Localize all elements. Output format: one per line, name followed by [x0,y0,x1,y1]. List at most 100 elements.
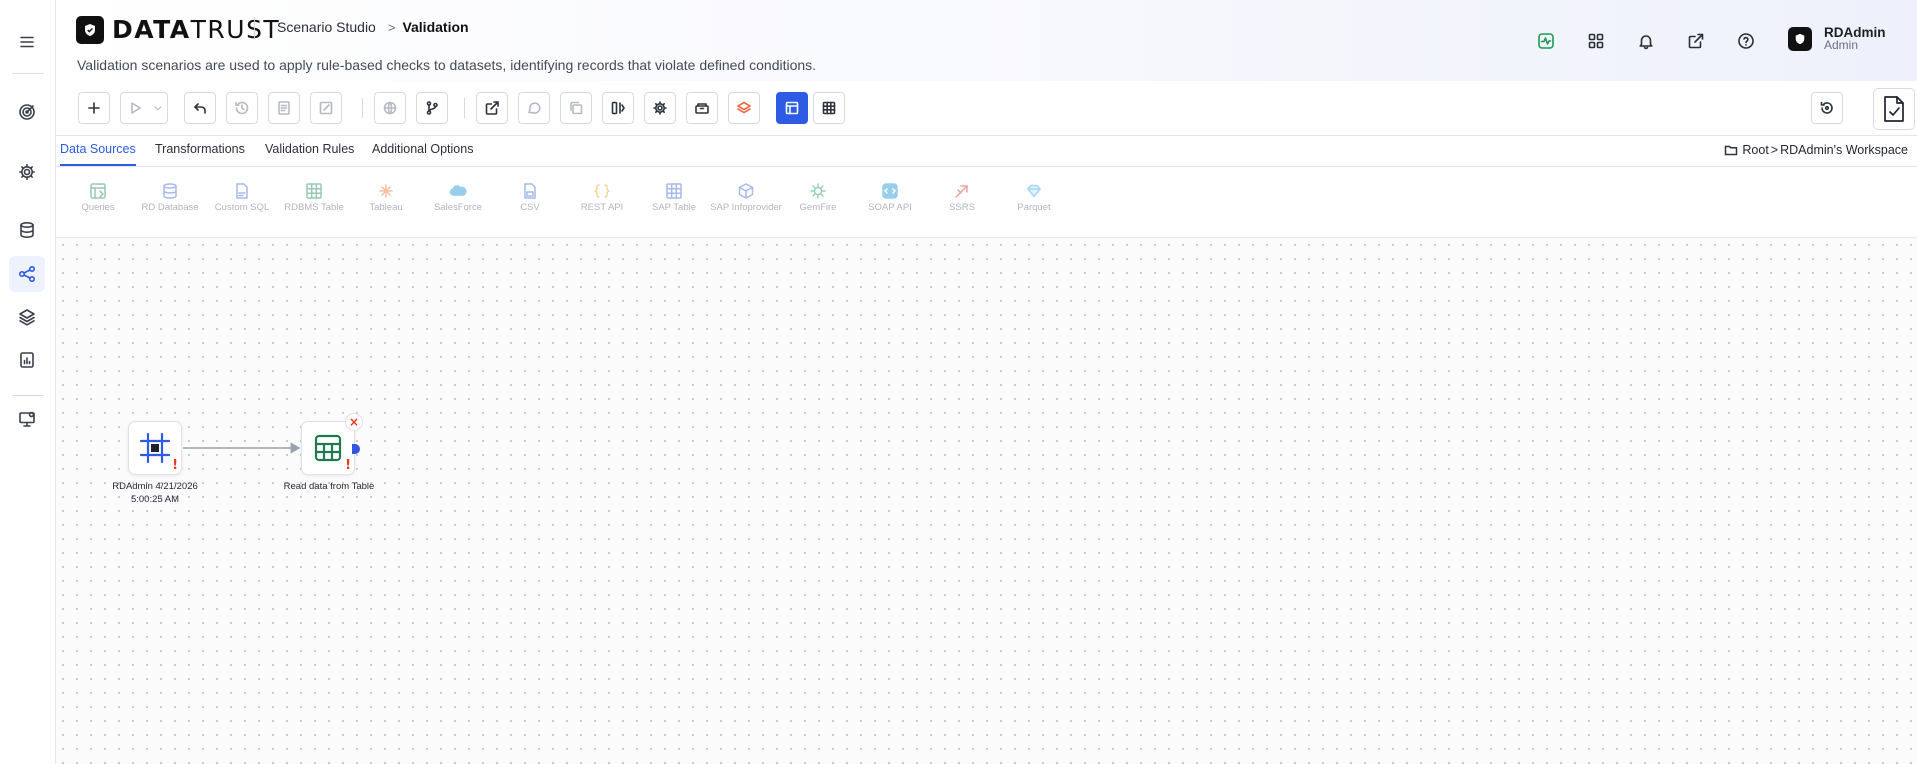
source-queries[interactable]: Queries [62,181,134,214]
layers-button[interactable] [728,92,760,124]
run-button[interactable] [120,92,148,124]
source-label: CSV [520,202,540,213]
connection-edge[interactable] [56,238,456,498]
scenario-toolbar [56,81,1917,136]
copy-button[interactable] [560,92,592,124]
source-ssrs[interactable]: SSRS [926,181,998,214]
menu-icon[interactable] [9,24,45,60]
workspace-separator: > [1770,143,1779,157]
help-icon[interactable] [1731,26,1761,56]
source-csv[interactable]: CSV [494,181,566,214]
activity-icon[interactable] [1531,26,1561,56]
workspace-folder: RDAdmin's Workspace [1780,143,1908,157]
save-draft-button[interactable] [268,92,300,124]
sql-file-icon [232,181,252,201]
csv-file-icon [520,181,540,201]
source-custom-sql[interactable]: Custom SQL [206,181,278,214]
apps-grid-icon[interactable] [1581,26,1611,56]
sap-table-icon [664,181,684,201]
tab-transformations[interactable]: Transformations [155,142,245,166]
source-salesforce[interactable]: SalesForce [422,181,494,214]
salesforce-cloud-icon [448,181,468,201]
queries-icon [88,181,108,201]
bell-icon[interactable] [1631,26,1661,56]
source-label: SAP Table [651,202,697,213]
validate-scenario-button[interactable] [1873,88,1915,130]
start-node[interactable]: ! [128,421,182,475]
archive-button[interactable] [686,92,718,124]
edit-button[interactable] [310,92,342,124]
shield-icon [76,15,104,44]
branch-button[interactable] [416,92,448,124]
read-table-node[interactable]: ! × [301,413,363,475]
brand-logo[interactable]: DATATRUST [76,15,280,44]
settings-icon[interactable] [9,154,45,190]
tab-validation-rules[interactable]: Validation Rules [265,142,354,166]
comment-button[interactable] [518,92,550,124]
tab-additional-options[interactable]: Additional Options [372,142,473,166]
data-source-palette: Queries RD Database Custom SQL RDBMS Tab… [56,167,1917,238]
layout-view-button[interactable] [776,92,808,124]
source-parquet[interactable]: Parquet [998,181,1070,214]
workspace-path[interactable]: Root > RDAdmin's Workspace [1724,143,1908,157]
tab-data-sources[interactable]: Data Sources [60,142,136,166]
split-view-button[interactable] [602,92,634,124]
table-view-button[interactable] [813,92,845,124]
run-options-dropdown[interactable] [148,92,168,124]
cube-icon [736,181,756,201]
source-label: SalesForce [433,202,483,213]
toolbar-divider [464,98,465,118]
source-tableau[interactable]: Tableau [350,181,422,214]
monitor-settings-icon[interactable] [9,401,45,437]
source-label: RD Database [141,202,199,213]
diamond-icon [1024,181,1044,201]
warning-icon: ! [172,458,178,473]
restore-history-button[interactable] [1811,92,1843,124]
breadcrumb-separator: > [387,19,396,35]
layers-icon[interactable] [9,299,45,335]
report-icon[interactable] [9,342,45,378]
globe-button[interactable] [374,92,406,124]
settings-button[interactable] [644,92,676,124]
workflow-canvas[interactable]: ! RDAdmin 4/21/2026 5:00:25 AM ! × Read … [56,238,1917,764]
source-sap-table[interactable]: SAP Table [638,181,710,214]
close-icon[interactable]: × [345,413,363,431]
source-label: GemFire [799,202,837,213]
page-description: Validation scenarios are used to apply r… [77,57,817,73]
database-icon[interactable] [9,212,45,248]
source-gemfire[interactable]: GemFire [782,181,854,214]
breadcrumb-current: Validation [402,19,469,35]
source-soap-api[interactable]: SOAP API [854,181,926,214]
soap-icon [880,181,900,201]
source-label: RDBMS Table [284,202,344,213]
workflow-icon[interactable] [9,256,45,292]
undo-button[interactable] [184,92,216,124]
start-node-label: RDAdmin 4/21/2026 5:00:25 AM [112,481,198,505]
source-label: Queries [81,202,115,213]
panel-tabs: Data Sources Transformations Validation … [56,136,1917,167]
open-external-button[interactable] [476,92,508,124]
workspace-root: Root [1742,143,1769,157]
source-rdbms-table[interactable]: RDBMS Table [278,181,350,214]
user-info: RDAdmin Admin [1824,26,1886,52]
add-button[interactable] [78,92,110,124]
history-button[interactable] [226,92,258,124]
source-rest-api[interactable]: REST API [566,181,638,214]
user-role: Admin [1824,38,1859,52]
header-divider [254,17,255,39]
source-rd-database[interactable]: RD Database [134,181,206,214]
gemfire-icon [808,181,828,201]
source-label: SSRS [949,202,975,213]
folder-icon [1725,145,1738,156]
source-sap-infoprovider[interactable]: SAP Infoprovider [710,181,782,214]
user-menu[interactable]: RDAdmin Admin [1788,26,1886,52]
left-sidebar [0,0,56,764]
source-label: Tableau [369,202,403,213]
external-link-icon[interactable] [1681,26,1711,56]
target-icon[interactable] [9,94,45,130]
breadcrumb-parent[interactable]: Scenario Studio [277,19,376,35]
app-header: DATATRUST Scenario Studio > Validation V… [56,0,1917,81]
sidebar-divider [12,73,44,74]
source-label: REST API [580,202,624,213]
avatar [1788,27,1812,51]
